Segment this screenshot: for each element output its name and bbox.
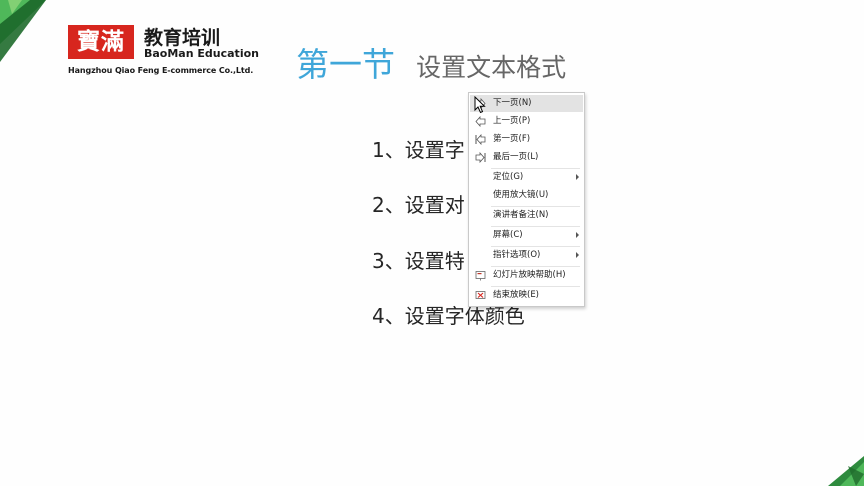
menu-item-magnifier[interactable]: 使用放大镜(U): [470, 187, 583, 204]
menu-item-previous-page[interactable]: 上一页(P): [470, 113, 583, 130]
context-menu: 下一页(N) 上一页(P) 第一页(F) 最后一页(L) 定位(G) 使用放大镜…: [468, 92, 585, 307]
logo-chinese-name: 教育培训: [144, 27, 221, 49]
menu-item-label: 第一页(F): [493, 134, 531, 144]
end-show-icon: [475, 291, 486, 299]
corner-decoration-top-left: [0, 0, 46, 62]
previous-page-icon: [475, 116, 486, 127]
bullet-item-1: 1、设置字: [372, 138, 465, 162]
menu-item-label: 幻灯片放映帮助(H): [493, 270, 566, 280]
slideshow-help-icon: [475, 271, 486, 281]
menu-item-label: 结束放映(E): [493, 290, 540, 300]
menu-item-label: 定位(G): [493, 172, 524, 182]
menu-item-last-page[interactable]: 最后一页(L): [470, 149, 583, 166]
menu-item-label: 演讲者备注(N): [493, 210, 549, 220]
menu-item-screen[interactable]: 屏幕(C): [470, 227, 583, 244]
logo-english-name: BaoMan Education: [144, 47, 259, 60]
corner-decoration-bottom-right: [828, 456, 864, 486]
company-logo: 寶滿 教育培训 BaoMan Education Hangzhou Qiao F…: [68, 25, 259, 80]
submenu-arrow-icon: [576, 232, 579, 238]
menu-item-speaker-notes[interactable]: 演讲者备注(N): [470, 207, 583, 224]
menu-item-label: 屏幕(C): [493, 230, 523, 240]
last-page-icon: [475, 152, 486, 163]
menu-item-first-page[interactable]: 第一页(F): [470, 131, 583, 148]
title-section: 第一节: [296, 45, 395, 84]
mouse-cursor-icon: [474, 96, 486, 114]
menu-item-label: 上一页(P): [493, 116, 531, 126]
bullet-item-3: 3、设置特: [372, 249, 465, 273]
slide[interactable]: 寶滿 教育培训 BaoMan Education Hangzhou Qiao F…: [0, 0, 864, 486]
menu-item-end-show[interactable]: 结束放映(E): [470, 287, 583, 304]
menu-item-slideshow-help[interactable]: 幻灯片放映帮助(H): [470, 267, 583, 284]
submenu-arrow-icon: [576, 174, 579, 180]
menu-item-go-to[interactable]: 定位(G): [470, 169, 583, 186]
logo-mark: 寶滿: [68, 25, 134, 59]
submenu-arrow-icon: [576, 252, 579, 258]
first-page-icon: [475, 134, 486, 145]
title-topic: 设置文本格式: [416, 53, 567, 82]
menu-item-label: 指针选项(O): [493, 250, 541, 260]
bullet-item-2: 2、设置对: [372, 193, 465, 217]
menu-item-pointer-options[interactable]: 指针选项(O): [470, 247, 583, 264]
menu-item-label: 最后一页(L): [493, 152, 539, 162]
slide-title: 第一节 设置文本格式: [296, 38, 566, 86]
menu-item-label: 下一页(N): [493, 98, 532, 108]
logo-company-name: Hangzhou Qiao Feng E-commerce Co.,Ltd.: [68, 66, 254, 75]
menu-item-next-page[interactable]: 下一页(N): [470, 95, 583, 112]
menu-item-label: 使用放大镜(U): [493, 190, 549, 200]
